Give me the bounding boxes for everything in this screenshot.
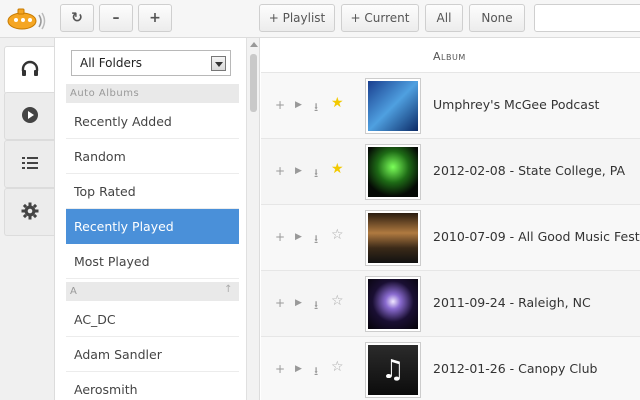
chevron-down-icon[interactable] bbox=[211, 56, 226, 71]
add-icon[interactable]: + bbox=[275, 98, 285, 112]
sidebar-item-artist[interactable]: Adam Sandler bbox=[66, 337, 239, 372]
album-art bbox=[365, 210, 421, 266]
sidebar-item-most-played[interactable]: Most Played bbox=[66, 244, 239, 279]
sidebar-item-recently-played[interactable]: Recently Played bbox=[66, 209, 239, 244]
zoom-in-button[interactable]: + bbox=[138, 4, 172, 32]
auto-albums-header: Auto Albums bbox=[66, 84, 239, 103]
download-icon[interactable]: ⭳ bbox=[314, 98, 318, 119]
download-icon[interactable]: ⭳ bbox=[314, 164, 318, 185]
sidebar-scrollbar[interactable] bbox=[246, 38, 260, 400]
nav-now-playing[interactable] bbox=[4, 92, 54, 140]
album-art bbox=[365, 144, 421, 200]
play-icon[interactable]: ▶ bbox=[295, 166, 302, 176]
album-title[interactable]: 2012-02-08 - State College, PA bbox=[433, 163, 625, 178]
list-icon bbox=[20, 153, 40, 176]
album-art bbox=[365, 276, 421, 332]
nav-playlists[interactable] bbox=[4, 140, 54, 188]
play-icon[interactable]: ▶ bbox=[295, 100, 302, 110]
sidebar-item-artist[interactable]: Aerosmith bbox=[66, 372, 239, 400]
scroll-up-arrow-icon[interactable] bbox=[250, 42, 258, 47]
album-art: ♫ bbox=[365, 342, 421, 398]
star-icon[interactable]: ☆ bbox=[331, 293, 344, 309]
play-icon[interactable]: ▶ bbox=[295, 364, 302, 374]
album-row[interactable]: + ▶ ⭳ ☆ 2010-07-09 - All Good Music Fest… bbox=[261, 204, 640, 270]
music-note-icon: ♫ bbox=[381, 355, 405, 385]
album-column-header[interactable]: Album bbox=[433, 50, 466, 63]
star-icon[interactable]: ☆ bbox=[331, 359, 344, 375]
search-input[interactable] bbox=[534, 4, 640, 32]
select-all-button[interactable]: All bbox=[425, 4, 463, 32]
sidebar-item-recently-added[interactable]: Recently Added bbox=[66, 104, 239, 139]
add-icon[interactable]: + bbox=[275, 362, 285, 376]
add-to-playlist-button[interactable]: + Playlist bbox=[259, 4, 335, 32]
folder-select[interactable]: All Folders bbox=[71, 50, 231, 76]
star-icon[interactable]: ★ bbox=[331, 161, 344, 177]
headphones-icon bbox=[20, 59, 40, 82]
add-icon[interactable]: + bbox=[275, 296, 285, 310]
library-sidebar: All Folders Auto Albums Recently Added R… bbox=[54, 38, 246, 400]
sidebar-item-random[interactable]: Random bbox=[66, 139, 239, 174]
album-row[interactable]: + ▶ ⭳ ☆ 2011-09-24 - Raleigh, NC bbox=[261, 270, 640, 336]
scroll-top-icon[interactable]: ↑ bbox=[224, 284, 233, 295]
album-row[interactable]: + ▶ ⭳ ★ Umphrey's McGee Podcast bbox=[261, 72, 640, 138]
add-icon[interactable]: + bbox=[275, 164, 285, 178]
scrollbar-thumb[interactable] bbox=[250, 54, 257, 112]
album-title[interactable]: 2010-07-09 - All Good Music Festiva bbox=[433, 229, 640, 244]
nav-library[interactable] bbox=[4, 46, 54, 94]
album-title[interactable]: 2011-09-24 - Raleigh, NC bbox=[433, 295, 591, 310]
app-logo-icon bbox=[4, 4, 48, 34]
download-icon[interactable]: ⭳ bbox=[314, 362, 318, 383]
add-icon[interactable]: + bbox=[275, 230, 285, 244]
star-icon[interactable]: ☆ bbox=[331, 227, 344, 243]
play-icon[interactable]: ▶ bbox=[295, 232, 302, 242]
select-none-button[interactable]: None bbox=[469, 4, 525, 32]
sidebar-item-top-rated[interactable]: Top Rated bbox=[66, 174, 239, 209]
toolbar: ↻ – + + Playlist + Current All None bbox=[0, 0, 640, 38]
album-list: Album + ▶ ⭳ ★ Umphrey's McGee Podcast + … bbox=[261, 38, 640, 400]
refresh-button[interactable]: ↻ bbox=[60, 4, 94, 32]
sidebar-item-artist[interactable]: AC_DC bbox=[66, 302, 239, 337]
add-current-button[interactable]: + Current bbox=[341, 4, 419, 32]
album-row[interactable]: + ▶ ⭳ ☆ ♫ 2012-01-26 - Canopy Club bbox=[261, 336, 640, 400]
letter-header-a: A ↑ bbox=[66, 282, 239, 301]
nav-settings[interactable] bbox=[4, 188, 54, 236]
zoom-out-button[interactable]: – bbox=[99, 4, 133, 32]
play-circle-icon bbox=[20, 105, 40, 128]
download-icon[interactable]: ⭳ bbox=[314, 296, 318, 317]
album-title[interactable]: 2012-01-26 - Canopy Club bbox=[433, 361, 597, 376]
album-title[interactable]: Umphrey's McGee Podcast bbox=[433, 97, 599, 112]
play-icon[interactable]: ▶ bbox=[295, 298, 302, 308]
star-icon[interactable]: ★ bbox=[331, 95, 344, 111]
album-art bbox=[365, 78, 421, 134]
folder-select-value: All Folders bbox=[80, 56, 143, 70]
gear-icon bbox=[20, 201, 40, 224]
main-nav bbox=[0, 38, 54, 400]
download-icon[interactable]: ⭳ bbox=[314, 230, 318, 251]
album-row[interactable]: + ▶ ⭳ ★ 2012-02-08 - State College, PA bbox=[261, 138, 640, 204]
